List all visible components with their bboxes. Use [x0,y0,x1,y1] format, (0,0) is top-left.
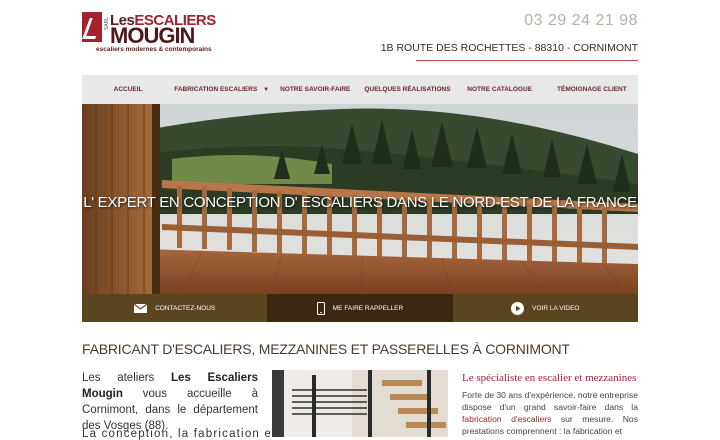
main-nav: ACCUEIL FABRICATION ESCALIERS ▼ NOTRE SAV… [82,75,638,104]
logo-tagline: escaliers modernes & contemporains [96,46,212,53]
video-button[interactable]: VOIR LA VIDEO [452,294,638,322]
intro-paragraph-2: La conception, la fabrication et [82,428,277,440]
callback-label: ME FAIRE RAPPELLER [332,304,404,312]
phone-number[interactable]: 03 29 24 21 98 [524,12,638,30]
nav-item-temoignage[interactable]: TÉMOIGNAGE CLIENT [546,86,638,93]
staircase-photo [272,370,448,437]
logo-line2: MOUGIN [110,23,195,48]
fabrication-link[interactable]: fabrication d'escaliers [462,414,551,424]
nav-item-accueil[interactable]: ACCUEIL [82,86,174,93]
cta-bar: CONTACTEZ-NOUS ME FAIRE RAPPELLER VOIR L… [82,294,638,322]
hero-title: L' EXPERT EN CONCEPTION D' ESCALIERS DAN… [83,194,637,211]
intro-paragraph: Les ateliers Les Escaliers Mougin vous a… [82,372,258,432]
stair-logo-icon [82,12,102,42]
logo[interactable]: SARL LesESCALIERS MOUGIN escaliers moder… [82,12,216,56]
page-title: FABRICANT D'ESCALIERS, MEZZANINES ET PAS… [82,341,570,357]
contact-label: CONTACTEZ-NOUS [155,304,216,312]
side-paragraph: Forte de 30 ans d'expérience, notre entr… [462,390,639,436]
side-heading: Le spécialiste en escalier et mezzanines [462,372,637,384]
address: 1B ROUTE DES ROCHETTES - 88310 - CORNIMO… [380,42,638,54]
mobile-phone-icon [316,301,325,315]
nav-item-realisations[interactable]: QUELQUES RÉALISATIONS [361,86,453,93]
nav-item-fabrication[interactable]: FABRICATION ESCALIERS ▼ [174,86,269,93]
address-divider [416,60,638,61]
nav-item-savoir-faire[interactable]: NOTRE SAVOIR-FAIRE [269,86,361,93]
video-label: VOIR LA VIDEO [532,304,580,312]
hero-banner: L' EXPERT EN CONCEPTION D' ESCALIERS DAN… [82,104,638,294]
envelope-icon [134,303,148,313]
nav-item-catalogue[interactable]: NOTRE CATALOGUE [454,86,546,93]
contact-button[interactable]: CONTACTEZ-NOUS [82,294,268,322]
callback-button[interactable]: ME FAIRE RAPPELLER [267,294,453,322]
play-icon [511,301,525,315]
